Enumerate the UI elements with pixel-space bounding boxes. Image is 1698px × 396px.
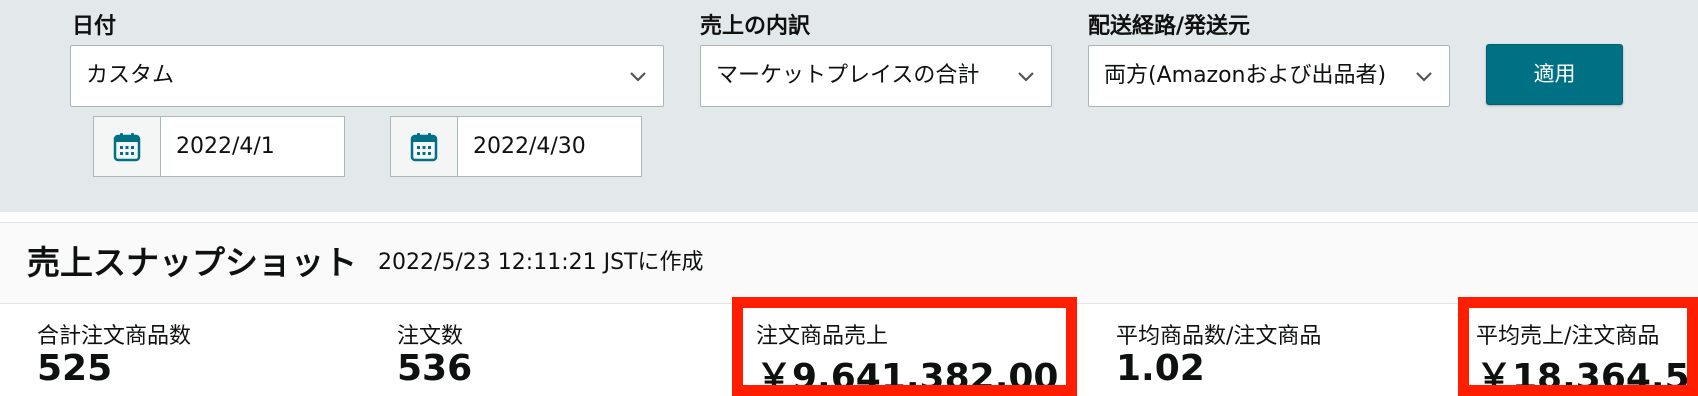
- metric-label: 注文数: [397, 324, 464, 349]
- snapshot-title: 売上スナップショット: [27, 243, 357, 282]
- calendar-icon: [410, 132, 438, 161]
- start-date-field[interactable]: 2022/4/1: [93, 116, 345, 177]
- end-date-value: 2022/4/30: [473, 134, 586, 159]
- calendar-icon: [113, 132, 141, 161]
- start-date-value: 2022/4/1: [176, 134, 275, 159]
- chevron-down-icon: [630, 72, 646, 82]
- ordered-sales-highlight: [732, 297, 1077, 396]
- breakdown-select[interactable]: マーケットプレイスの合計: [700, 45, 1052, 107]
- start-date-calendar-button[interactable]: [94, 117, 161, 176]
- avg-sales-highlight: [1458, 297, 1698, 396]
- breakdown-value: マーケットプレイスの合計: [716, 63, 980, 88]
- metric-value: 1.02: [1116, 348, 1205, 389]
- fulfillment-select[interactable]: 両方(Amazonおよび出品者): [1088, 45, 1450, 107]
- fulfillment-filter-label: 配送経路/発送元: [1088, 14, 1251, 39]
- date-filter-label: 日付: [72, 14, 117, 39]
- metric-label: 平均商品数/注文商品: [1116, 324, 1322, 349]
- breakdown-filter-label: 売上の内訳: [700, 14, 811, 39]
- filter-panel: 日付 売上の内訳 配送経路/発送元 カスタム マーケットプレイスの合計 両方(A…: [0, 0, 1698, 212]
- end-date-calendar-button[interactable]: [391, 117, 458, 176]
- date-range-value: カスタム: [86, 63, 175, 88]
- metric-value: 525: [37, 348, 113, 389]
- metric-value: 536: [397, 348, 473, 389]
- chevron-down-icon: [1416, 72, 1432, 82]
- metric-label: 合計注文商品数: [37, 324, 192, 349]
- snapshot-created-time: 2022/5/23 12:11:21 JSTに作成: [378, 250, 704, 275]
- date-range-select[interactable]: カスタム: [70, 45, 664, 107]
- apply-button[interactable]: 適用: [1486, 44, 1623, 105]
- fulfillment-value: 両方(Amazonおよび出品者): [1104, 63, 1387, 88]
- sales-snapshot-header: 売上スナップショット 2022/5/23 12:11:21 JSTに作成: [0, 222, 1698, 304]
- chevron-down-icon: [1018, 72, 1034, 82]
- end-date-field[interactable]: 2022/4/30: [390, 116, 642, 177]
